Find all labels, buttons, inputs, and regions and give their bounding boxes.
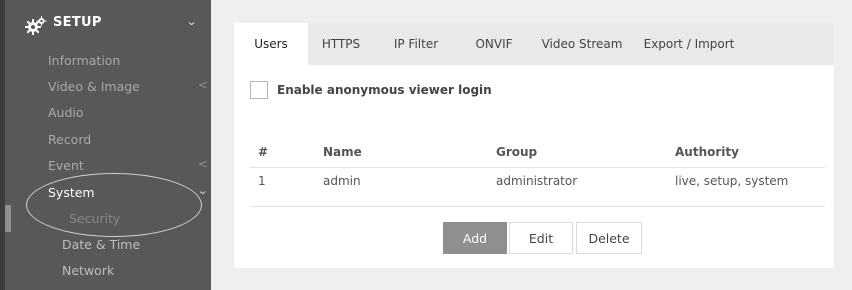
cell-number: 1 xyxy=(258,174,266,188)
cell-name: admin xyxy=(323,174,361,188)
main-area: Users HTTPS IP Filter ONVIF Video Stream… xyxy=(211,0,852,290)
sidebar-item-network[interactable]: Network xyxy=(5,258,211,284)
sidebar-item-security[interactable]: Security xyxy=(5,206,211,232)
tab-bar: Users HTTPS IP Filter ONVIF Video Stream… xyxy=(234,23,834,65)
delete-button[interactable]: Delete xyxy=(576,222,642,254)
tab-export-import[interactable]: Export / Import xyxy=(634,23,744,65)
sidebar-item-audio[interactable]: Audio xyxy=(5,100,211,126)
chevron-left-icon: < xyxy=(198,157,209,171)
users-tab-content: Enable anonymous viewer login # Name Gro… xyxy=(234,65,834,268)
anonymous-login-label: Enable anonymous viewer login xyxy=(277,83,492,97)
chevron-down-icon: ⌄ xyxy=(196,184,209,197)
table-footer-divider xyxy=(250,206,825,207)
sidebar-item-information[interactable]: Information xyxy=(5,48,211,74)
tab-onvif[interactable]: ONVIF xyxy=(458,23,530,65)
sidebar-item-record[interactable]: Record xyxy=(5,127,211,153)
tab-video-stream[interactable]: Video Stream xyxy=(530,23,634,65)
tab-https[interactable]: HTTPS xyxy=(308,23,374,65)
sidebar-item-label: Security xyxy=(69,211,121,226)
sidebar-item-system[interactable]: System ⌄ xyxy=(5,180,211,206)
anonymous-login-checkbox[interactable] xyxy=(250,81,268,99)
table-header-divider xyxy=(250,167,825,168)
sidebar: SETUP ⌄ Information Video & Image < Audi… xyxy=(0,0,211,290)
sidebar-item-label: Video & Image xyxy=(48,79,140,94)
tab-ip-filter[interactable]: IP Filter xyxy=(374,23,458,65)
gears-icon xyxy=(25,16,47,35)
setup-header[interactable]: SETUP ⌄ xyxy=(5,0,211,50)
settings-panel: Users HTTPS IP Filter ONVIF Video Stream… xyxy=(234,23,834,268)
setup-label: SETUP xyxy=(53,15,102,30)
cell-authority: live, setup, system xyxy=(675,174,789,188)
chevron-down-icon: ⌄ xyxy=(185,15,198,28)
edit-button[interactable]: Edit xyxy=(509,222,573,254)
column-header-authority: Authority xyxy=(675,145,739,159)
sidebar-item-label: Event xyxy=(48,158,84,173)
sidebar-item-label: Network xyxy=(62,263,115,278)
column-header-group: Group xyxy=(496,145,538,159)
tab-users[interactable]: Users xyxy=(234,23,308,65)
sidebar-item-video-image[interactable]: Video & Image < xyxy=(5,74,211,100)
sidebar-item-date-time[interactable]: Date & Time xyxy=(5,232,211,258)
sidebar-item-label: Audio xyxy=(48,105,84,120)
sidebar-item-label: Information xyxy=(48,53,121,68)
column-header-number: # xyxy=(258,145,269,159)
column-header-name: Name xyxy=(323,145,362,159)
chevron-left-icon: < xyxy=(198,78,209,92)
add-button[interactable]: Add xyxy=(443,222,507,254)
sidebar-item-event[interactable]: Event < xyxy=(5,153,211,179)
sidebar-item-label: System xyxy=(48,185,95,200)
sidebar-item-label: Date & Time xyxy=(62,237,141,252)
sidebar-item-label: Record xyxy=(48,132,92,147)
cell-group: administrator xyxy=(496,174,578,188)
